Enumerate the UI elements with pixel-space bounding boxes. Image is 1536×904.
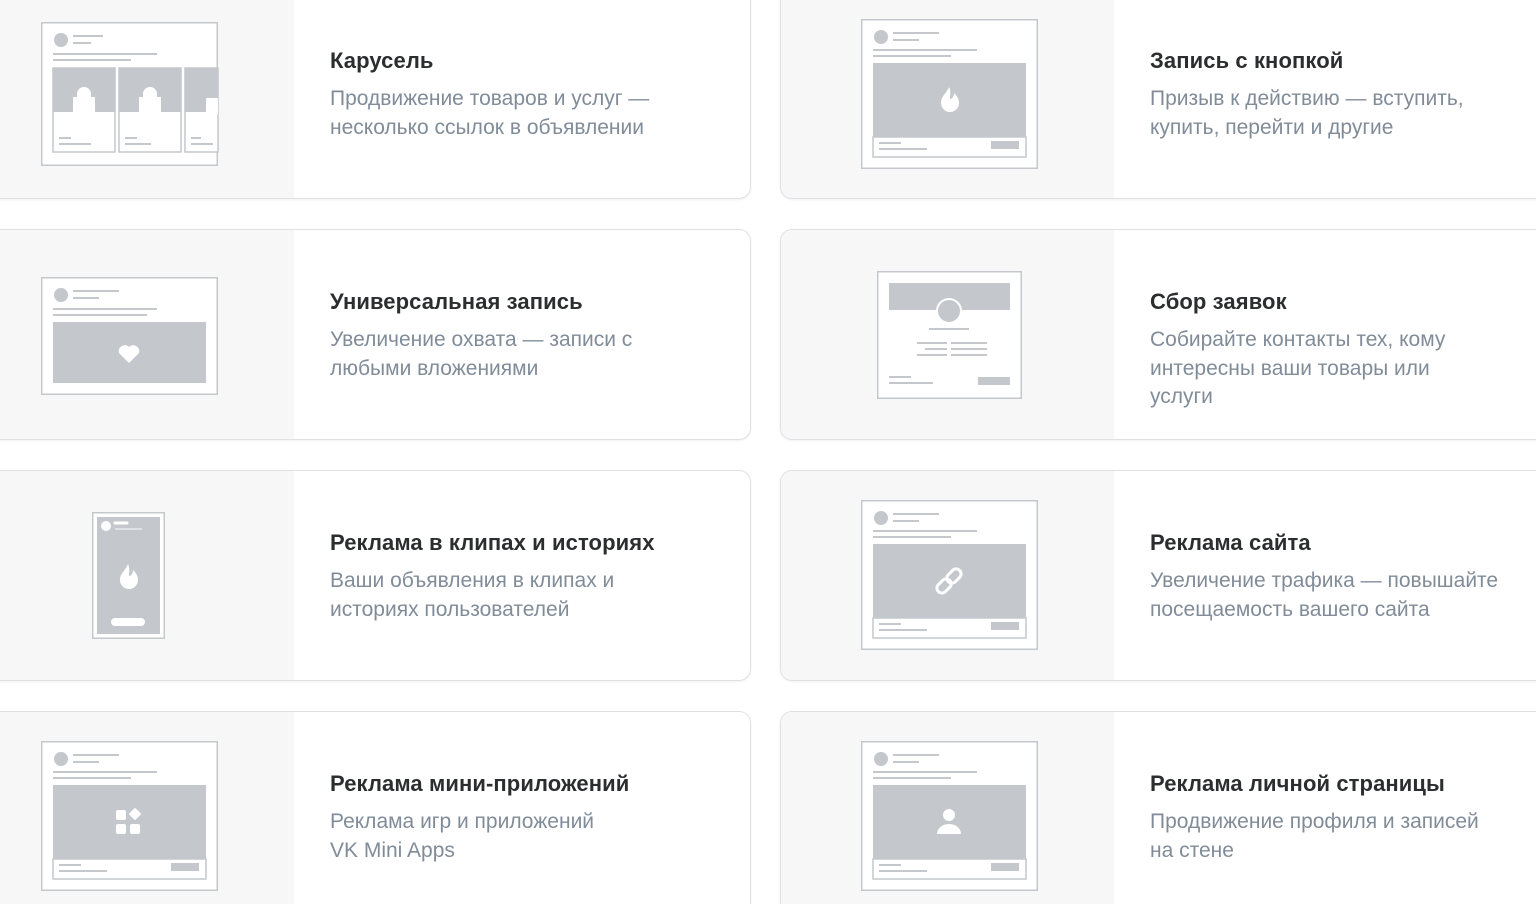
ad-format-grid: Карусель Продвижение товаров и услуг — н… <box>0 0 1536 904</box>
card-universal-post[interactable]: Универсальная запись Увеличение охвата —… <box>0 229 751 440</box>
heart-post-preview-icon <box>41 277 218 395</box>
card-button-post[interactable]: Запись с кнопкой Призыв к действию — вст… <box>780 0 1536 199</box>
card-description: Ваши объявления в клипах и историях поль… <box>330 569 615 621</box>
card-title: Карусель <box>330 48 434 73</box>
card-clips-stories[interactable]: Реклама в клипах и историях Ваши объявле… <box>0 470 751 681</box>
card-title: Реклама мини-приложений <box>330 771 630 796</box>
card-title: Реклама личной страницы <box>1150 771 1445 796</box>
apps-post-preview-icon <box>41 741 218 891</box>
card-description: Продвижение товаров и услуг — несколько … <box>330 87 650 139</box>
card-description: Увеличение трафика — повышайте посещаемо… <box>1150 569 1499 621</box>
card-description: Собирайте контакты тех, кому интересны в… <box>1150 328 1446 408</box>
lead-form-preview-icon <box>877 271 1022 399</box>
card-mini-apps[interactable]: Реклама мини-приложений Реклама игр и пр… <box>0 711 751 904</box>
card-description: Реклама игр и приложений VK Mini Apps <box>330 810 595 862</box>
card-description: Увеличение охвата — записи с любыми влож… <box>330 328 633 380</box>
card-title: Реклама сайта <box>1150 530 1311 555</box>
card-title: Сбор заявок <box>1150 289 1287 314</box>
card-title: Универсальная запись <box>330 289 583 314</box>
carousel-preview-icon <box>41 22 219 166</box>
card-carousel[interactable]: Карусель Продвижение товаров и услуг — н… <box>0 0 751 199</box>
card-description: Призыв к действию — вступить, купить, пе… <box>1150 87 1464 139</box>
fire-post-preview-icon <box>861 19 1038 169</box>
card-description: Продвижение профиля и записей на стене <box>1150 810 1479 862</box>
story-fire-preview-icon <box>92 512 165 639</box>
link-post-preview-icon <box>861 500 1038 650</box>
card-lead-form[interactable]: Сбор заявок Собирайте контакты тех, кому… <box>780 229 1536 440</box>
card-personal-page[interactable]: Реклама личной страницы Продвижение проф… <box>780 711 1536 904</box>
user-post-preview-icon <box>861 741 1038 891</box>
card-site-ads[interactable]: Реклама сайта Увеличение трафика — повыш… <box>780 470 1536 681</box>
card-title: Запись с кнопкой <box>1150 48 1344 73</box>
card-title: Реклама в клипах и историях <box>330 530 655 555</box>
